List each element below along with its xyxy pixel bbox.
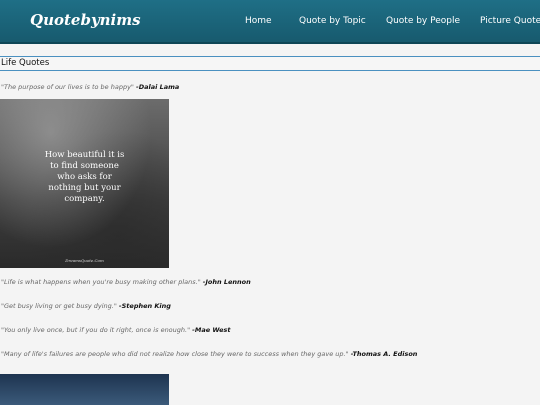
quote-text: "You only live once, but if you do it ri… (1, 326, 191, 334)
quote-item: "Many of life's failures are people who … (1, 350, 417, 358)
quote-author: -Stephen King (118, 302, 171, 310)
site-logo[interactable]: Quotebynims (30, 11, 141, 29)
quote-author: -John Lennon (202, 278, 251, 286)
nav-quote-by-people[interactable]: Quote by People (386, 16, 460, 26)
quote-author: -Mae West (192, 326, 231, 334)
quote-text: "Many of life's failures are people who … (1, 350, 349, 358)
quote-item: "Life is what happens when you're busy m… (1, 278, 251, 286)
picture-quote-image: How beautiful it is to find someone who … (0, 99, 169, 268)
quote-text: "Life is what happens when you're busy m… (1, 278, 201, 286)
quote-author: -Thomas A. Edison (350, 350, 418, 358)
nav-home[interactable]: Home (245, 16, 272, 26)
picture-quote-image-2 (0, 374, 169, 405)
nav-picture-quote[interactable]: Picture Quote (480, 16, 540, 26)
picture-quote-credit: DreamsQuote.Com (65, 258, 104, 263)
quote-author: -Dalai Lama (136, 83, 180, 91)
nav-quote-by-topic[interactable]: Quote by Topic (299, 16, 366, 26)
quote-item: "The purpose of our lives is to be happy… (1, 83, 179, 91)
picture-quote-text: How beautiful it is to find someone who … (44, 150, 125, 204)
top-navbar: Quotebynims Home Quote by Topic Quote by… (0, 0, 540, 44)
quote-item: "Get busy living or get busy dying." -St… (1, 302, 171, 310)
quote-text: "The purpose of our lives is to be happy… (1, 83, 134, 91)
section-title: Life Quotes (1, 58, 50, 68)
quote-item: "You only live once, but if you do it ri… (1, 326, 231, 334)
section-header: Life Quotes (0, 56, 540, 71)
quote-text: "Get busy living or get busy dying." (1, 302, 117, 310)
